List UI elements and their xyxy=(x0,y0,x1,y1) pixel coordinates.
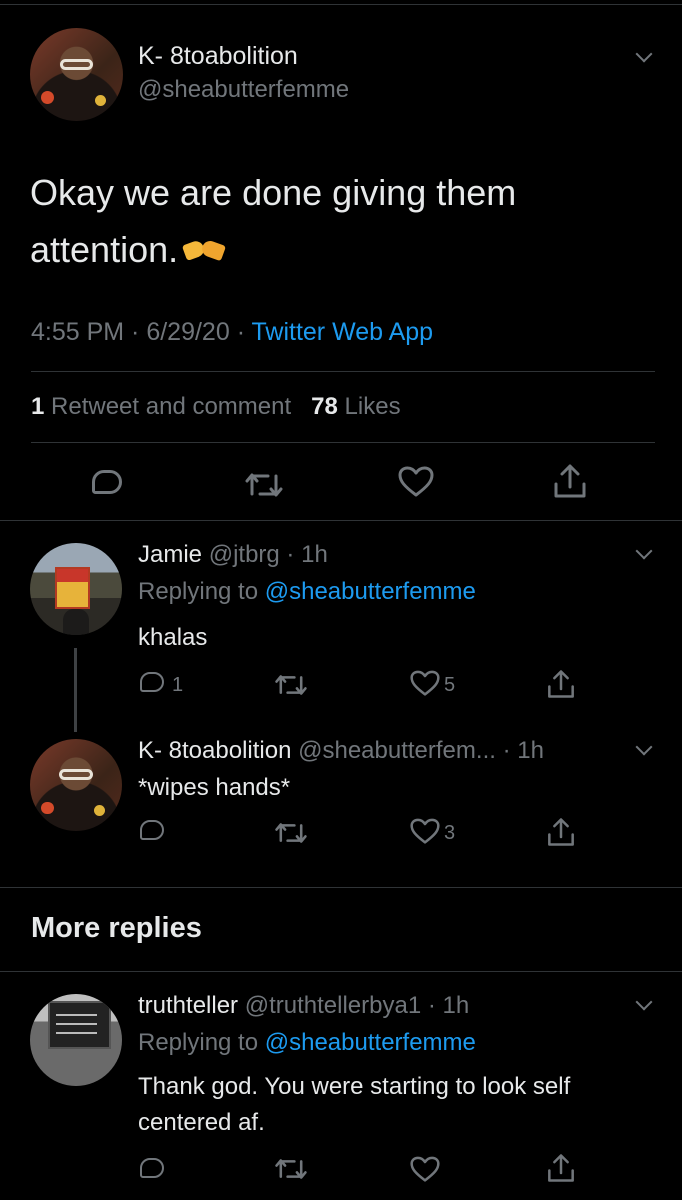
replying-to-handle-link[interactable]: @sheabutterfemme xyxy=(265,1029,476,1056)
reply-age: 1h xyxy=(442,992,470,1019)
reply-icon[interactable] xyxy=(92,470,122,494)
divider xyxy=(0,971,682,972)
reply-author-name[interactable]: K- 8toabolition xyxy=(138,737,291,764)
reply-count: 1 xyxy=(172,674,184,696)
heart-icon[interactable] xyxy=(410,670,440,697)
likes-link[interactable]: 78 Likes xyxy=(311,393,400,420)
reply-author-name[interactable]: Jamie xyxy=(138,541,202,568)
reply-author-name[interactable]: truthteller xyxy=(138,992,238,1019)
reply-icon[interactable] xyxy=(140,1158,164,1178)
avatar-sign xyxy=(54,566,90,610)
tweet-time: 4:55 PM xyxy=(31,318,125,346)
more-replies-heading: More replies xyxy=(31,912,202,944)
tweet-text-body: Okay we are done giving them attention. xyxy=(30,172,517,270)
share-icon[interactable] xyxy=(546,1152,576,1184)
thread-connector-line xyxy=(74,648,77,732)
top-divider xyxy=(0,4,682,5)
chevron-down-icon[interactable] xyxy=(635,993,653,1011)
likes-count: 78 xyxy=(311,393,338,420)
reply-age: 1h xyxy=(301,541,328,568)
avatar-glasses xyxy=(59,769,93,781)
retweet-count: 1 xyxy=(31,393,45,420)
like-count: 5 xyxy=(444,674,456,696)
chevron-down-icon[interactable] xyxy=(635,45,653,63)
like-count: 3 xyxy=(444,822,456,844)
retweet-icon[interactable] xyxy=(274,672,308,698)
author-name[interactable]: K- 8toabolition xyxy=(138,42,298,71)
reply-text: khalas xyxy=(138,624,208,651)
divider xyxy=(0,520,682,521)
reply-icon[interactable] xyxy=(140,672,164,692)
reply-author-handle[interactable]: @truthtellerbya1 xyxy=(245,992,421,1019)
tweet-meta: 4:55 PM · 6/29/20 · Twitter Web App xyxy=(31,318,434,346)
avatar-decoration xyxy=(95,94,107,107)
avatar-decoration xyxy=(41,91,55,105)
reply-age: 1h xyxy=(517,737,544,764)
author-avatar[interactable] xyxy=(30,28,123,121)
avatar-decoration xyxy=(94,805,106,817)
likes-label: Likes xyxy=(344,393,401,420)
retweets-link[interactable]: 1 Retweet and comment xyxy=(31,393,291,420)
handshake-emoji-icon xyxy=(184,238,224,264)
tweet-text: Okay we are done giving them attention. xyxy=(30,164,650,278)
tweet-stats: 1 Retweet and comment 78 Likes xyxy=(31,393,401,421)
share-icon[interactable] xyxy=(546,816,576,848)
tweet-date: 6/29/20 xyxy=(146,318,230,346)
replying-to-label: Replying to xyxy=(138,1029,259,1056)
reply-avatar[interactable] xyxy=(30,543,122,635)
retweet-icon[interactable] xyxy=(244,470,284,500)
reply-header: K- 8toabolition @sheabutterfem... · 1h xyxy=(138,737,544,764)
heart-icon[interactable] xyxy=(410,818,440,845)
heart-icon[interactable] xyxy=(398,466,434,498)
reply-text: Thank god. You were starting to look sel… xyxy=(138,1073,571,1136)
reply-icon[interactable] xyxy=(140,820,164,840)
chevron-down-icon[interactable] xyxy=(635,738,653,756)
reply-avatar[interactable] xyxy=(30,994,122,1086)
divider xyxy=(31,371,655,372)
replying-to-handle-link[interactable]: @sheabutterfemme xyxy=(265,578,476,605)
reply-header: truthteller @truthtellerbya1 · 1h xyxy=(138,992,470,1019)
tweet-source-link[interactable]: Twitter Web App xyxy=(252,318,434,346)
heart-icon[interactable] xyxy=(410,1156,440,1183)
author-handle[interactable]: @sheabutterfemme xyxy=(138,76,349,104)
reply-text: *wipes hands* xyxy=(138,774,291,801)
avatar-decoration xyxy=(41,801,54,815)
retweet-icon[interactable] xyxy=(274,820,308,846)
replying-to: Replying to @sheabutterfemme xyxy=(138,1029,476,1057)
divider xyxy=(0,887,682,888)
share-icon[interactable] xyxy=(546,668,576,700)
replying-to-label: Replying to xyxy=(138,578,259,605)
reply-header: Jamie @jtbrg · 1h xyxy=(138,541,328,568)
avatar-person xyxy=(63,609,89,635)
share-icon[interactable] xyxy=(552,462,588,500)
reply-author-handle[interactable]: @sheabutterfem... xyxy=(298,737,496,764)
avatar-board xyxy=(48,1001,111,1050)
retweet-icon[interactable] xyxy=(274,1156,308,1182)
divider xyxy=(31,442,655,443)
reply-avatar[interactable] xyxy=(30,739,122,831)
chevron-down-icon[interactable] xyxy=(635,542,653,560)
retweet-label: Retweet and comment xyxy=(51,393,292,420)
avatar-glasses xyxy=(59,58,94,70)
reply-author-handle[interactable]: @jtbrg xyxy=(209,541,280,568)
replying-to: Replying to @sheabutterfemme xyxy=(138,578,476,606)
